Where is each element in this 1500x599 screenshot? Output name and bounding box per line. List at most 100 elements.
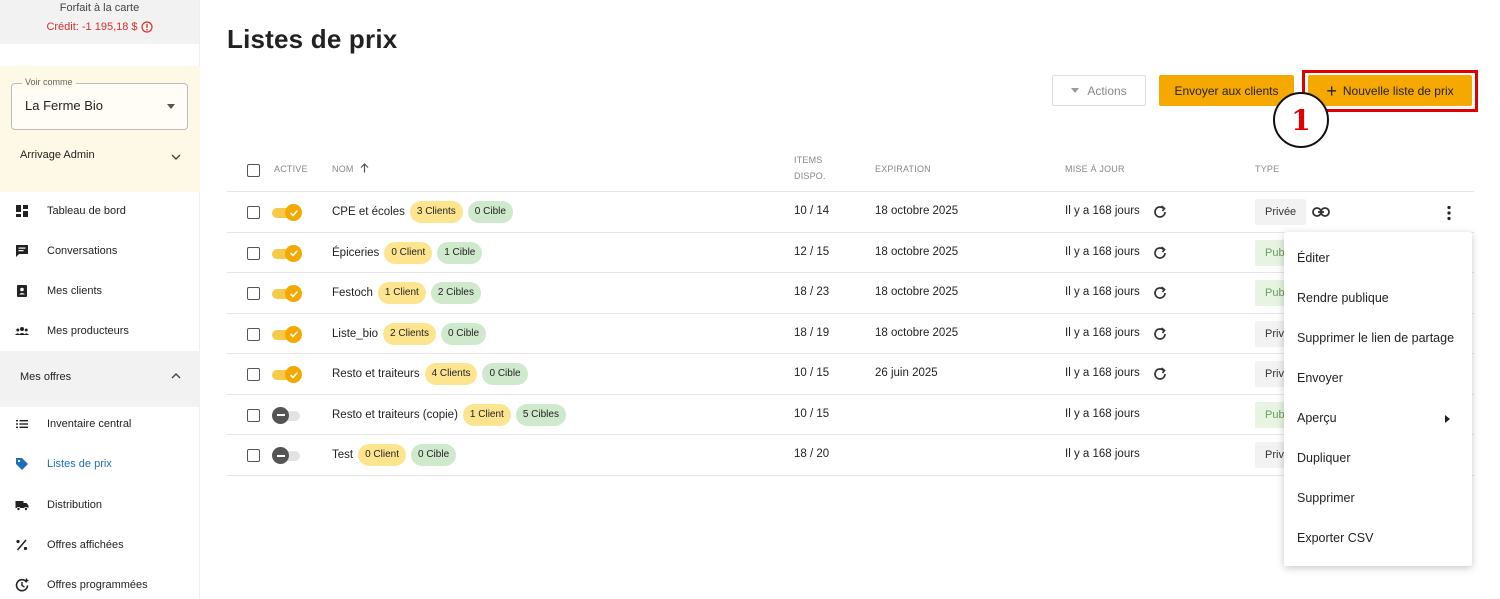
clients-badge[interactable]: 0 Client [358, 444, 406, 466]
view-as-legend: Voir comme [22, 77, 76, 87]
row-checkbox[interactable] [247, 206, 260, 219]
nav-item-distribution[interactable]: Distribution [0, 485, 200, 525]
targets-badge[interactable]: 5 Cibles [515, 403, 566, 426]
menu-item-preview[interactable]: Aperçu [1297, 411, 1337, 425]
actions-dropdown-button[interactable]: Actions [1052, 75, 1146, 106]
refresh-icon[interactable] [1152, 204, 1168, 220]
menu-item-make-public[interactable]: Rendre publique [1297, 291, 1389, 305]
admin-account-toggle[interactable]: Arrivage Admin [0, 146, 200, 168]
nav-label: Mes clients [47, 285, 103, 297]
more-options-icon[interactable] [1447, 205, 1451, 221]
select-all-checkbox[interactable] [247, 164, 260, 177]
share-link-icon[interactable] [1312, 206, 1330, 218]
active-toggle[interactable] [272, 244, 302, 262]
expiration-date: 26 juin 2025 [875, 367, 938, 379]
actions-label: Actions [1087, 83, 1127, 98]
list-name-cell: CPE et écoles 3 Clients 0 Cible [332, 201, 513, 223]
menu-item-delete[interactable]: Supprimer [1297, 491, 1355, 505]
last-updated: Il y a 168 jours [1065, 286, 1140, 298]
row-checkbox[interactable] [247, 368, 260, 381]
refresh-icon[interactable] [1152, 366, 1168, 382]
items-available: 12 / 15 [794, 245, 830, 258]
caret-down-icon [1071, 88, 1080, 93]
table-header: Active Nom Items Dispo. Expiration Mise … [227, 150, 1474, 192]
nav-item-displayed-offers[interactable]: Offres affichées [0, 525, 200, 565]
row-checkbox[interactable] [247, 246, 260, 260]
last-updated: Il y a 168 jours [1065, 367, 1140, 379]
nav-item-clients[interactable]: Mes clients [0, 271, 200, 311]
row-checkbox[interactable] [247, 327, 260, 341]
header-updated: Mise à jour [1065, 164, 1125, 174]
active-toggle[interactable] [272, 325, 302, 343]
clients-badge[interactable]: 1 Client [377, 282, 426, 304]
menu-item-send[interactable]: Envoyer [1297, 371, 1343, 385]
items-available: 18 / 19 [794, 326, 830, 339]
check-icon [289, 330, 298, 338]
sidebar: Forfait à la carte Crédit: -1 195,18 $ V… [0, 0, 200, 599]
credit-balance[interactable]: Crédit: -1 195,18 $ [0, 19, 199, 35]
clients-badge[interactable]: 1 Client [462, 403, 511, 426]
truck-icon [15, 501, 29, 511]
clients-badge[interactable]: 3 Clients [409, 201, 463, 223]
refresh-icon[interactable] [1152, 245, 1168, 261]
nav-item-dashboard[interactable]: Tableau de bord [0, 191, 200, 231]
targets-badge[interactable]: 2 Cibles [430, 282, 481, 304]
header-type: Type [1255, 164, 1280, 174]
price-tag-icon [16, 458, 28, 470]
view-as-select[interactable]: Voir comme La Ferme Bio [11, 77, 188, 130]
targets-badge[interactable]: 0 Cible [440, 322, 487, 345]
table-row[interactable]: CPE et écoles 3 Clients 0 Cible 10 / 14 18 o… [227, 192, 1474, 233]
list-name-cell: Liste_bio 2 Clients 0 Cible [332, 322, 487, 345]
list-name-cell: Resto et traiteurs (copie) 1 Client 5 Cibl… [332, 403, 566, 426]
group-icon [15, 327, 29, 335]
list-name: CPE et écoles [332, 206, 405, 219]
active-toggle[interactable] [272, 204, 302, 221]
row-checkbox[interactable] [247, 408, 260, 422]
menu-item-edit[interactable]: Éditer [1297, 251, 1330, 265]
menu-item-export-csv[interactable]: Exporter CSV [1297, 531, 1373, 545]
plan-name: Forfait à la carte [59, 2, 140, 14]
new-price-list-button[interactable]: + Nouvelle liste de prix [1308, 75, 1472, 106]
clients-badge[interactable]: 0 Client [384, 241, 433, 264]
clients-badge[interactable]: 2 Clients [383, 322, 436, 345]
send-to-clients-button[interactable]: Envoyer aux clients [1159, 75, 1294, 106]
chevron-up-icon [171, 373, 181, 379]
refresh-icon[interactable] [1152, 326, 1168, 342]
toggle-knob [285, 204, 302, 221]
minus-icon [276, 414, 285, 416]
page-title: Listes de prix [227, 24, 398, 54]
chat-icon [16, 245, 28, 257]
toggle-knob [272, 406, 289, 424]
header-name[interactable]: Nom [332, 161, 369, 177]
nav-item-conversations[interactable]: Conversations [0, 231, 200, 271]
nav-label: Inventaire central [47, 418, 132, 430]
refresh-icon[interactable] [1152, 285, 1168, 301]
expiration-date: 18 octobre 2025 [875, 326, 959, 339]
nav-label: Listes de prix [47, 458, 112, 470]
nav-item-price-lists[interactable]: Listes de prix [0, 444, 200, 484]
clients-badge[interactable]: 4 Clients [424, 363, 478, 385]
header-expiration: Expiration [875, 164, 931, 174]
row-checkbox[interactable] [247, 287, 260, 300]
active-toggle[interactable] [272, 447, 302, 464]
row-checkbox[interactable] [247, 449, 260, 462]
expiration-date: 18 octobre 2025 [875, 286, 959, 298]
section-my-offers[interactable]: Mes offres [0, 351, 200, 407]
nav-label: Conversations [47, 245, 118, 257]
menu-item-duplicate[interactable]: Dupliquer [1297, 451, 1351, 465]
nav-item-producers[interactable]: Mes producteurs [0, 311, 200, 351]
nav-item-central-inventory[interactable]: Inventaire central [0, 404, 200, 444]
menu-item-remove-share-link[interactable]: Supprimer le lien de partage [1297, 331, 1454, 345]
view-as-section: Voir comme La Ferme Bio Arrivage Admin [0, 66, 200, 192]
active-toggle[interactable] [272, 406, 302, 424]
targets-badge[interactable]: 0 Cible [411, 444, 457, 466]
active-toggle[interactable] [272, 285, 302, 302]
targets-badge[interactable]: 0 Cible [467, 201, 513, 223]
targets-badge[interactable]: 0 Cible [482, 363, 528, 385]
items-available: 18 / 20 [794, 448, 830, 460]
nav-item-scheduled-offers[interactable]: Offres programmées [0, 565, 200, 599]
plan-info: Forfait à la carte Crédit: -1 195,18 $ [0, 0, 199, 44]
targets-badge[interactable]: 1 Cible [437, 241, 483, 264]
active-toggle[interactable] [272, 366, 302, 383]
list-icon [16, 420, 28, 428]
